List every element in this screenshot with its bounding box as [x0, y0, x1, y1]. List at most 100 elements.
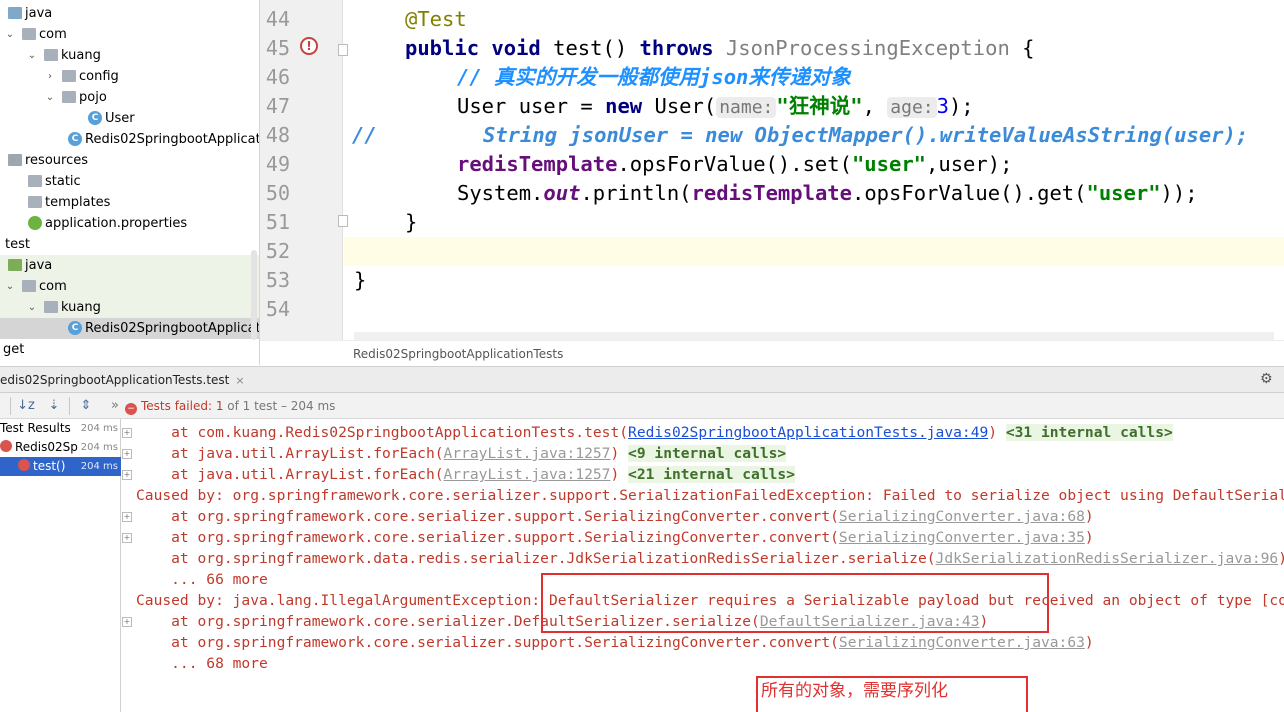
tree-item-user[interactable]: C User	[0, 108, 259, 129]
tree-item-config[interactable]: › config	[0, 66, 259, 87]
code-editor[interactable]: 44 45 46 47 48 49 50 51 52 53 54 ! @Test public vo…	[260, 0, 1284, 340]
code-line-45[interactable]: public void test() throws JsonProcessing…	[405, 34, 1035, 63]
tree-item-redis02springbootapplication[interactable]: CRedis02SpringbootApplication	[0, 129, 259, 150]
tree-item-templates[interactable]: templates	[0, 192, 259, 213]
chevron-down-icon[interactable]: ⌄	[26, 45, 38, 66]
test-class-node[interactable]: Redis02Sp 204 ms	[0, 438, 121, 457]
console-text: at org.springframework.core.serializer.s…	[136, 634, 839, 651]
tree-item-label: java	[25, 258, 53, 273]
tree-item-label: pojo	[79, 90, 107, 105]
code-line-46[interactable]: // 真实的开发一般都使用json来传递对象	[457, 63, 851, 92]
tree-item-kuang[interactable]: ⌄ kuang	[0, 45, 259, 66]
expand-trace-icon[interactable]: +	[122, 512, 132, 522]
stack-trace-link[interactable]: ArrayList.java:1257	[444, 466, 611, 483]
console-line: at java.util.ArrayList.forEach(ArrayList…	[136, 464, 795, 485]
system-class: System.	[457, 181, 544, 205]
stack-trace-link[interactable]: SerializingConverter.java:63	[839, 634, 1085, 651]
failed-icon	[18, 459, 30, 471]
line-number: 51	[265, 210, 290, 234]
tree-item-redis02springbootapplication[interactable]: CRedis02SpringbootApplication	[0, 318, 259, 339]
tree-item-kuang[interactable]: ⌄ kuang	[0, 297, 259, 318]
run-error-icon[interactable]: !	[300, 37, 318, 55]
console-line: at com.kuang.Redis02SpringbootApplicatio…	[136, 422, 1173, 443]
line-number: 52	[265, 239, 290, 263]
tree-item-java[interactable]: java	[0, 255, 259, 276]
tree-item-get[interactable]: get	[0, 339, 259, 360]
sort-alphabetically-icon[interactable]: ↓z	[17, 397, 35, 415]
chevron-down-icon[interactable]: ⌄	[44, 87, 56, 108]
fold-marker-icon[interactable]	[338, 215, 348, 227]
tree-scrollbar[interactable]	[251, 250, 257, 340]
close-icon[interactable]: ×	[235, 374, 244, 387]
resources-folder-icon	[8, 154, 22, 166]
stack-trace-link[interactable]: JdkSerializationRedisSerializer.java:96	[936, 550, 1279, 567]
tree-item-label: com	[39, 27, 67, 42]
statement-end: ,user);	[926, 152, 1013, 176]
code-line-48-body[interactable]: String jsonUser = new ObjectMapper().wri…	[483, 121, 1248, 150]
constructor-call: User(	[642, 94, 717, 118]
tree-item-pojo[interactable]: ⌄ pojo	[0, 87, 259, 108]
result-time: 204 ms	[80, 461, 118, 472]
run-tab[interactable]: edis02SpringbootApplicationTests.test ×	[0, 367, 253, 394]
console-text: at com.kuang.Redis02SpringbootApplicatio…	[136, 424, 629, 441]
result-time: 204 ms	[80, 442, 118, 453]
tree-item-com[interactable]: ⌄ com	[0, 276, 259, 297]
test-method-node[interactable]: test() 204 ms	[0, 457, 121, 476]
expand-trace-icon[interactable]: +	[122, 617, 132, 627]
tree-item-resources[interactable]: resources	[0, 150, 259, 171]
internal-calls-fold[interactable]: <31 internal calls>	[1005, 424, 1173, 441]
code-line-50[interactable]: System.out.println(redisTemplate.opsForV…	[457, 179, 1198, 208]
keyword-void: void	[491, 36, 541, 60]
chevron-down-icon[interactable]: ⌄	[26, 297, 38, 318]
expand-trace-icon[interactable]: +	[122, 470, 132, 480]
param-hint-name: name:	[716, 97, 777, 118]
test-results-root[interactable]: Test Results 204 ms	[0, 419, 121, 438]
tree-item-application-properties[interactable]: application.properties	[0, 213, 259, 234]
fold-marker-icon[interactable]	[338, 44, 348, 56]
stack-trace-link[interactable]: SerializingConverter.java:68	[839, 508, 1085, 525]
code-line-48[interactable]: //	[352, 121, 377, 150]
source-folder-icon	[8, 7, 22, 19]
code-line-51[interactable]: }	[405, 208, 417, 237]
code-line-53[interactable]: }	[354, 266, 366, 295]
tree-item-label: Redis02SpringbootApplication	[85, 321, 259, 336]
line-number: 49	[265, 152, 290, 176]
more-actions-icon[interactable]: »	[106, 397, 124, 415]
method-chain: .opsForValue().get(	[851, 181, 1087, 205]
spring-class-icon: C	[68, 321, 82, 335]
code-line-49[interactable]: redisTemplate.opsForValue().set("user",u…	[457, 150, 1012, 179]
param-hint-age: age:	[887, 97, 937, 118]
editor-horizontal-scrollbar[interactable]	[354, 332, 1274, 340]
internal-calls-fold[interactable]: <9 internal calls>	[628, 445, 787, 462]
annotation-note: 所有的对象，需要序列化	[761, 681, 948, 701]
stack-trace-link[interactable]: Redis02SpringbootApplicationTests.java:4…	[628, 424, 988, 441]
console-output[interactable]: ... 68 more at org.springframework.core.…	[132, 419, 1284, 712]
tree-item-label: com	[39, 279, 67, 294]
sort-by-duration-icon[interactable]: ⇣	[45, 397, 63, 415]
tree-item-java[interactable]: java	[0, 3, 259, 24]
code-line-44[interactable]: @Test	[405, 5, 467, 34]
console-text: at org.springframework.data.redis.serial…	[136, 550, 936, 567]
stack-trace-link[interactable]: SerializingConverter.java:35	[839, 529, 1085, 546]
result-time: 204 ms	[80, 423, 118, 434]
expand-trace-icon[interactable]: +	[122, 449, 132, 459]
tree-item-static[interactable]: static	[0, 171, 259, 192]
code-line-47[interactable]: User user = new User(name: "狂神说", age: 3);	[457, 92, 974, 121]
tree-item-test[interactable]: test	[0, 234, 259, 255]
tree-item-com[interactable]: ⌄ com	[0, 24, 259, 45]
expand-trace-icon[interactable]: +	[122, 533, 132, 543]
folder-icon	[28, 196, 42, 208]
tree-item-label: application.properties	[45, 216, 188, 231]
chevron-right-icon[interactable]: ›	[44, 66, 56, 87]
console-line: ... 66 more	[136, 569, 268, 590]
gear-icon[interactable]: ⚙	[1260, 371, 1278, 387]
annotation: @Test	[405, 7, 467, 31]
expand-trace-icon[interactable]: +	[122, 428, 132, 438]
stack-trace-link[interactable]: ArrayList.java:1257	[444, 445, 611, 462]
expand-all-icon[interactable]: ⇕	[77, 397, 95, 415]
chevron-down-icon[interactable]: ⌄	[4, 24, 16, 45]
editor-breadcrumb[interactable]: Redis02SpringbootApplicationTests	[260, 340, 1284, 366]
internal-calls-fold[interactable]: <21 internal calls>	[628, 466, 795, 483]
tree-item-label: resources	[25, 153, 89, 168]
chevron-down-icon[interactable]: ⌄	[4, 276, 16, 297]
